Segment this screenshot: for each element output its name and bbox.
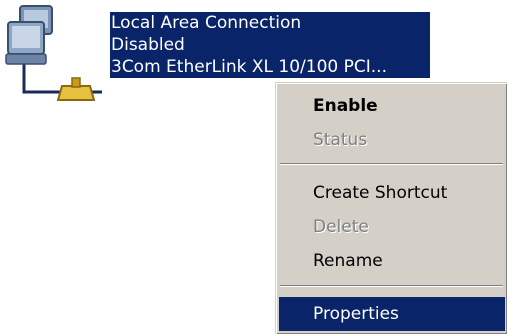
menu-separator	[280, 285, 503, 287]
menu-item-delete: Delete	[313, 217, 369, 237]
menu-item-status: Status	[313, 130, 368, 150]
menu-item-rename[interactable]: Rename	[279, 244, 505, 278]
network-connection-icon[interactable]	[0, 0, 110, 110]
menu-item-create-shortcut[interactable]: Create Shortcut	[279, 176, 505, 210]
menu-item-properties[interactable]: Properties	[279, 297, 505, 331]
connection-name: Local Area Connection	[111, 13, 302, 33]
menu-item-enable[interactable]: Enable	[279, 89, 505, 123]
connection-status: Disabled	[111, 35, 185, 55]
context-menu: Enable Status Create Shortcut Delete Ren…	[275, 82, 507, 334]
connection-label: Local Area Connection Disabled 3Com Ethe…	[110, 12, 430, 78]
menu-separator	[280, 163, 503, 165]
connection-device: 3Com EtherLink XL 10/100 PCI...	[111, 57, 387, 77]
